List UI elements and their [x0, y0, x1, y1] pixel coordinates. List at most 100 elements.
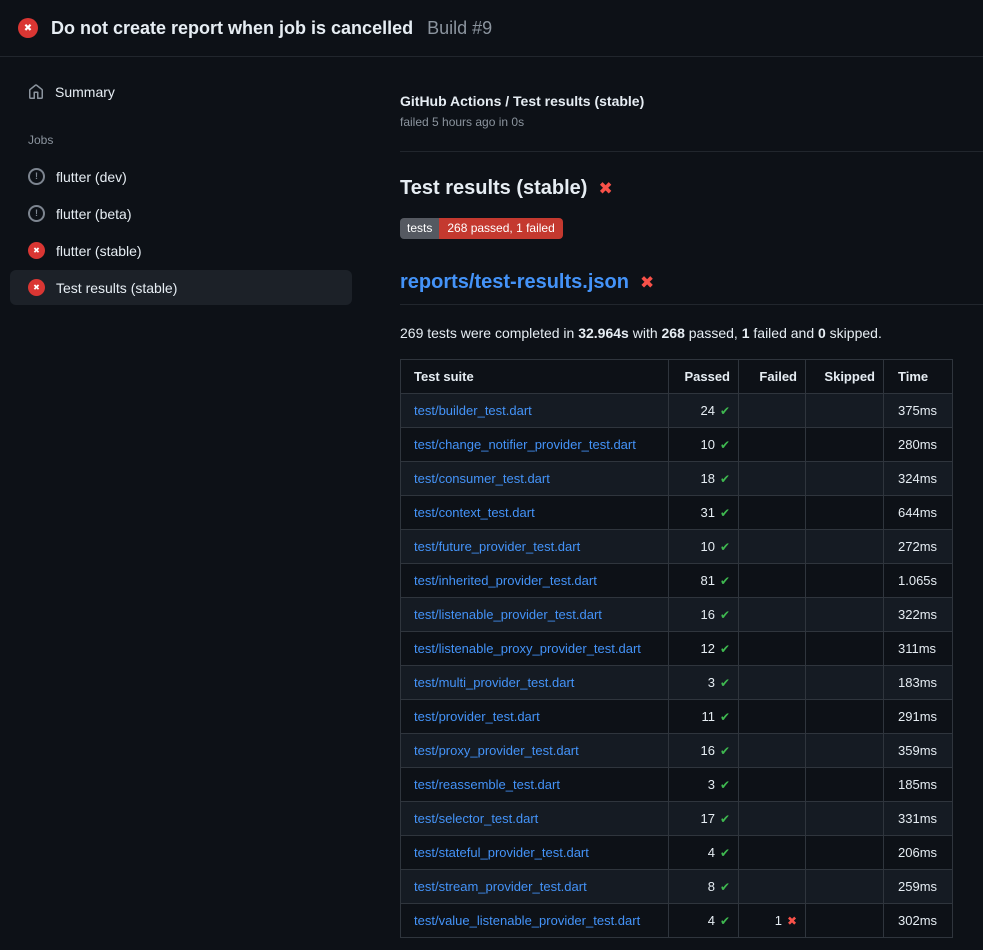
suite-link[interactable]: test/listenable_provider_test.dart	[414, 607, 602, 622]
divider	[400, 151, 983, 152]
neutral-circle-icon: !	[28, 205, 45, 222]
passed-cell: 3✔	[669, 768, 739, 802]
suite-cell: test/listenable_provider_test.dart	[401, 598, 669, 632]
summary-text-part: skipped.	[826, 325, 882, 341]
passed-count: 3	[708, 777, 715, 792]
failed-cell	[739, 666, 806, 700]
failed-cell	[739, 394, 806, 428]
suite-link[interactable]: test/provider_test.dart	[414, 709, 540, 724]
passed-count: 3	[708, 675, 715, 690]
check-icon: ✔	[720, 676, 730, 690]
check-run-header: ✖ Do not create report when job is cance…	[0, 0, 983, 57]
skipped-cell	[806, 394, 884, 428]
suite-cell: test/value_listenable_provider_test.dart	[401, 904, 669, 938]
check-icon: ✔	[720, 744, 730, 758]
skipped-cell	[806, 666, 884, 700]
time-cell: 272ms	[884, 530, 953, 564]
job-label: flutter (stable)	[56, 243, 142, 259]
suite-link[interactable]: test/multi_provider_test.dart	[414, 675, 574, 690]
passed-cell: 12✔	[669, 632, 739, 666]
badge-label: tests	[400, 218, 439, 239]
failed-cell	[739, 700, 806, 734]
sidebar-job-flutter-dev[interactable]: !flutter (dev)	[10, 159, 352, 194]
suite-link[interactable]: test/builder_test.dart	[414, 403, 532, 418]
suite-link[interactable]: test/future_provider_test.dart	[414, 539, 580, 554]
failed-status-icon: ✖	[18, 18, 38, 38]
failed-cell	[739, 632, 806, 666]
passed-count: 10	[700, 437, 714, 452]
suite-link[interactable]: test/change_notifier_provider_test.dart	[414, 437, 636, 452]
suite-link[interactable]: test/value_listenable_provider_test.dart	[414, 913, 640, 928]
check-icon: ✔	[720, 642, 730, 656]
suite-cell: test/builder_test.dart	[401, 394, 669, 428]
passed-cell: 18✔	[669, 462, 739, 496]
suite-link[interactable]: test/proxy_provider_test.dart	[414, 743, 579, 758]
table-row: test/change_notifier_provider_test.dart 1…	[401, 428, 953, 462]
failed-x-icon: ✖	[598, 179, 612, 199]
skipped-cell	[806, 870, 884, 904]
suite-cell: test/multi_provider_test.dart	[401, 666, 669, 700]
table-row: test/future_provider_test.dart10✔272ms	[401, 530, 953, 564]
jobs-section-label: Jobs	[0, 109, 384, 159]
sidebar-job-test-results-stable[interactable]: ✖ Test results (stable)	[10, 270, 352, 305]
suite-link[interactable]: test/inherited_provider_test.dart	[414, 573, 597, 588]
skipped-cell	[806, 530, 884, 564]
check-icon: ✔	[720, 608, 730, 622]
passed-cell: 4✔	[669, 904, 739, 938]
summary-passed-count: 268	[662, 325, 685, 341]
sidebar-job-flutter-beta[interactable]: !flutter (beta)	[10, 196, 352, 231]
summary-duration: 32.964s	[578, 325, 629, 341]
summary-skipped-count: 0	[818, 325, 826, 341]
skipped-cell	[806, 496, 884, 530]
suite-link[interactable]: test/reassemble_test.dart	[414, 777, 560, 792]
skipped-cell	[806, 734, 884, 768]
time-cell: 331ms	[884, 802, 953, 836]
failed-cell	[739, 564, 806, 598]
passed-cell: 16✔	[669, 734, 739, 768]
passed-cell: 16✔	[669, 598, 739, 632]
suite-cell: test/future_provider_test.dart	[401, 530, 669, 564]
table-row: test/listenable_proxy_provider_test.dart…	[401, 632, 953, 666]
table-header-row: Test suite Passed Failed Skipped Time	[401, 360, 953, 394]
col-header-passed: Passed	[669, 360, 739, 394]
passed-count: 24	[700, 403, 714, 418]
passed-count: 11	[701, 709, 715, 724]
sidebar-item-summary[interactable]: Summary	[10, 75, 352, 109]
suite-cell: test/stateful_provider_test.dart	[401, 836, 669, 870]
suite-link[interactable]: test/stream_provider_test.dart	[414, 879, 587, 894]
suite-link[interactable]: test/selector_test.dart	[414, 811, 538, 826]
suite-link[interactable]: test/consumer_test.dart	[414, 471, 550, 486]
time-cell: 206ms	[884, 836, 953, 870]
check-icon: ✔	[720, 438, 730, 452]
report-file-link[interactable]: reports/test-results.json	[400, 271, 629, 294]
passed-count: 4	[708, 845, 715, 860]
time-cell: 302ms	[884, 904, 953, 938]
tests-summary-text: 269 tests were completed in 32.964s with…	[400, 325, 983, 341]
suite-cell: test/change_notifier_provider_test.dart	[401, 428, 669, 462]
sidebar-job-flutter-stable[interactable]: ✖flutter (stable)	[10, 233, 352, 268]
passed-count: 8	[708, 879, 715, 894]
failed-cell: 1✖	[739, 904, 806, 938]
suite-link[interactable]: test/listenable_proxy_provider_test.dart	[414, 641, 641, 656]
suite-link[interactable]: test/context_test.dart	[414, 505, 535, 520]
suite-link[interactable]: test/stateful_provider_test.dart	[414, 845, 589, 860]
results-table-body: test/builder_test.dart24✔375mstest/chang…	[401, 394, 953, 938]
x-circle-icon: ✖	[28, 279, 45, 296]
summary-text-part: 269 tests were completed in	[400, 325, 578, 341]
jobs-list: !flutter (dev)!flutter (beta)✖flutter (s…	[0, 159, 384, 305]
suite-cell: test/provider_test.dart	[401, 700, 669, 734]
skipped-cell	[806, 700, 884, 734]
skipped-cell	[806, 428, 884, 462]
job-label: Test results (stable)	[56, 280, 177, 296]
suite-cell: test/context_test.dart	[401, 496, 669, 530]
results-table: Test suite Passed Failed Skipped Time te…	[400, 359, 953, 938]
col-header-failed: Failed	[739, 360, 806, 394]
check-icon: ✔	[720, 846, 730, 860]
summary-text-part: with	[629, 325, 662, 341]
neutral-circle-icon: !	[28, 168, 45, 185]
failed-cell	[739, 462, 806, 496]
table-row: test/consumer_test.dart18✔324ms	[401, 462, 953, 496]
main-content: GitHub Actions / Test results (stable) f…	[384, 57, 983, 950]
check-icon: ✔	[720, 778, 730, 792]
skipped-cell	[806, 632, 884, 666]
